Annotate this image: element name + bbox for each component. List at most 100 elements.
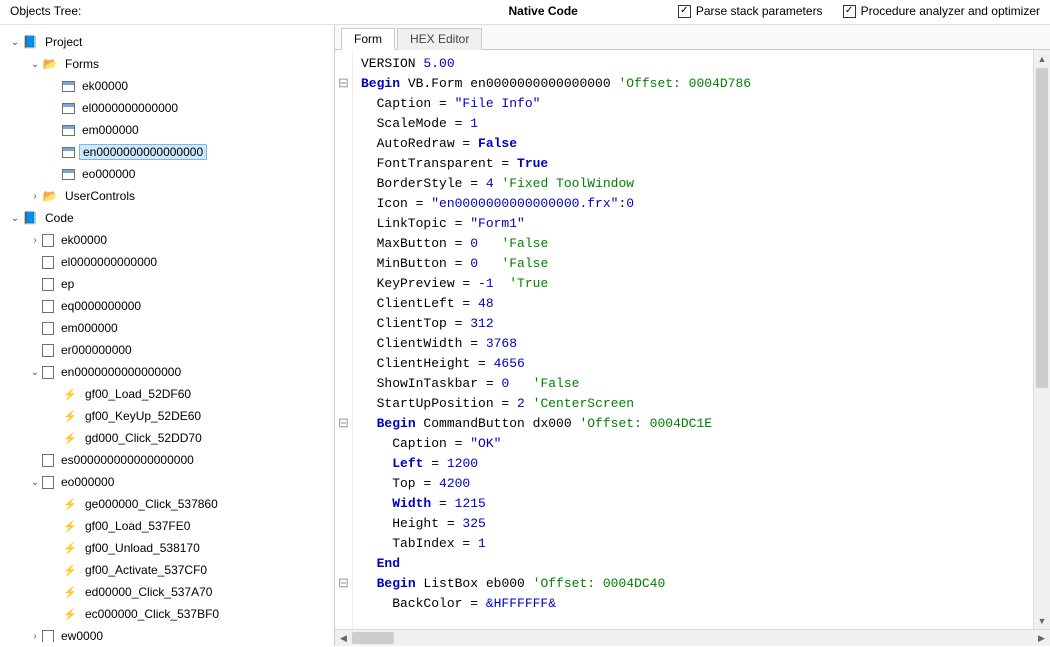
tree-item-label: el0000000000000 [58,255,160,269]
tree-item[interactable]: ·eo000000 [2,163,328,185]
code-line[interactable]: Height = 325 [361,514,1025,534]
code-token: MaxButton = [361,236,470,251]
code-line[interactable]: ShowInTaskbar = 0 'False [361,374,1025,394]
code-line[interactable]: AutoRedraw = False [361,134,1025,154]
tree-item-label: ge000000_Click_537860 [82,497,221,511]
chevron-down-icon[interactable]: ⌄ [28,477,42,488]
code-line[interactable]: Width = 1215 [361,494,1025,514]
tree-item[interactable]: ·es000000000000000000 [2,449,328,471]
code-line[interactable]: ClientTop = 312 [361,314,1025,334]
tree-item[interactable]: ·ed00000_Click_537A70 [2,581,328,603]
scroll-left-arrow-icon[interactable]: ◀ [335,630,352,647]
tree-item[interactable]: › ew0000 [2,625,328,642]
code-line[interactable]: Top = 4200 [361,474,1025,494]
code-line[interactable]: Caption = "File Info" [361,94,1025,114]
tree-item[interactable]: ⌄Code [2,207,328,229]
code-token: VB.Form en0000000000000000 [400,76,618,91]
tree-item[interactable]: ·el0000000000000 [2,251,328,273]
tree-item[interactable]: ·eq0000000000 [2,295,328,317]
code-line[interactable]: Caption = "OK" [361,434,1025,454]
tree-item-label: gf00_KeyUp_52DE60 [82,409,204,423]
code-line[interactable]: Begin ListBox eb000 'Offset: 0004DC40 [361,574,1025,594]
code-token: 1 [470,116,478,131]
code-line[interactable]: Begin VB.Form en0000000000000000 'Offset… [361,74,1025,94]
chevron-right-icon[interactable]: › [28,191,42,202]
tree-item[interactable]: ·el0000000000000 [2,97,328,119]
tree-item[interactable]: ⌄en0000000000000000 [2,361,328,383]
chevron-down-icon[interactable]: ⌄ [8,213,22,224]
tree-item[interactable]: ·ec000000_Click_537BF0 [2,603,328,625]
code-line[interactable]: Begin CommandButton dx000 'Offset: 0004D… [361,414,1025,434]
tree-item[interactable]: ·gf00_Unload_538170 [2,537,328,559]
code-token: 'Offset: 0004DC1E [579,416,712,431]
gutter-spacer [335,274,352,294]
gutter-spacer [335,554,352,574]
tree-item[interactable]: ·em000000 [2,119,328,141]
tree-item[interactable]: ›ek00000 [2,229,328,251]
tree-item[interactable]: ·em000000 [2,317,328,339]
code-line[interactable]: ClientWidth = 3768 [361,334,1025,354]
scroll-down-arrow-icon[interactable]: ▼ [1034,612,1050,629]
tree-item[interactable]: ·gf00_KeyUp_52DE60 [2,405,328,427]
code-line[interactable]: StartUpPosition = 2 'CenterScreen [361,394,1025,414]
code-line[interactable]: KeyPreview = -1 'True [361,274,1025,294]
tree-item[interactable]: ·er000000000 [2,339,328,361]
code-token: VERSION [361,56,423,71]
code-line[interactable]: MaxButton = 0 'False [361,234,1025,254]
code-line[interactable]: TabIndex = 1 [361,534,1025,554]
code-line[interactable]: ClientHeight = 4656 [361,354,1025,374]
scroll-right-arrow-icon[interactable]: ▶ [1033,630,1050,647]
chevron-right-icon[interactable]: › [28,235,42,246]
chevron-down-icon[interactable]: ⌄ [28,367,42,378]
tree-item[interactable]: ·ge000000_Click_537860 [2,493,328,515]
code-line[interactable]: ClientLeft = 48 [361,294,1025,314]
code-line[interactable]: LinkTopic = "Form1" [361,214,1025,234]
code-line[interactable]: MinButton = 0 'False [361,254,1025,274]
horizontal-scrollbar[interactable]: ◀ ▶ [335,629,1050,646]
scroll-track[interactable] [352,630,1033,646]
code-line[interactable]: FontTransparent = True [361,154,1025,174]
tree-item[interactable]: ›UserControls [2,185,328,207]
tree-item-label: gf00_Activate_537CF0 [82,563,210,577]
code-token: 1200 [447,456,478,471]
fold-toggle-icon[interactable]: ⊟ [335,414,352,434]
tree-item[interactable]: ⌄eo000000 [2,471,328,493]
tree-item[interactable]: ·ek00000 [2,75,328,97]
chevron-down-icon[interactable]: ⌄ [8,37,22,48]
code-line[interactable]: ScaleMode = 1 [361,114,1025,134]
checkbox-icon: ✓ [678,5,691,18]
tree-item[interactable]: ·gf00_Load_537FE0 [2,515,328,537]
code-token: 'Offset: 0004D786 [618,76,751,91]
chevron-down-icon[interactable]: ⌄ [28,59,42,70]
scroll-thumb[interactable] [352,632,394,644]
tree-item-label: ew0000 [58,629,106,642]
parse-stack-checkbox[interactable]: ✓ Parse stack parameters [678,4,823,18]
tree-item[interactable]: ·gd000_Click_52DD70 [2,427,328,449]
tree-item[interactable]: ⌄Project [2,31,328,53]
tree-item[interactable]: ·ep [2,273,328,295]
code-token: "Form1" [470,216,525,231]
tab-hex-editor[interactable]: HEX Editor [397,28,482,50]
code-line[interactable]: Icon = "en0000000000000000.frx":0 [361,194,1025,214]
fold-toggle-icon[interactable]: ⊟ [335,574,352,594]
fold-gutter[interactable]: ⊟ ⊟ ⊟ [335,50,353,629]
scroll-thumb[interactable] [1036,68,1048,388]
tree-item[interactable]: ·en0000000000000000 [2,141,328,163]
procedure-analyzer-checkbox[interactable]: ✓ Procedure analyzer and optimizer [843,4,1040,18]
code-line[interactable]: End [361,554,1025,574]
code-line[interactable]: BorderStyle = 4 'Fixed ToolWindow [361,174,1025,194]
tree-item[interactable]: ⌄Forms [2,53,328,75]
objects-tree[interactable]: ⌄Project⌄Forms·ek00000·el0000000000000·e… [0,29,334,642]
code-line[interactable]: BackColor = &HFFFFFF& [361,594,1025,614]
tree-item[interactable]: ·gf00_Load_52DF60 [2,383,328,405]
code-line[interactable]: VERSION 5.00 [361,54,1025,74]
fold-toggle-icon[interactable]: ⊟ [335,74,352,94]
tab-form[interactable]: Form [341,28,395,50]
code-line[interactable]: Left = 1200 [361,454,1025,474]
tree-item[interactable]: ·gf00_Activate_537CF0 [2,559,328,581]
vertical-scrollbar[interactable]: ▲ ▼ [1033,50,1050,629]
chevron-right-icon[interactable]: › [28,631,42,642]
code-text[interactable]: VERSION 5.00Begin VB.Form en000000000000… [353,50,1033,629]
code-editor[interactable]: ⊟ ⊟ ⊟ VERSION 5.00Begin VB.Form en00000000… [335,50,1050,629]
scroll-up-arrow-icon[interactable]: ▲ [1034,50,1050,67]
